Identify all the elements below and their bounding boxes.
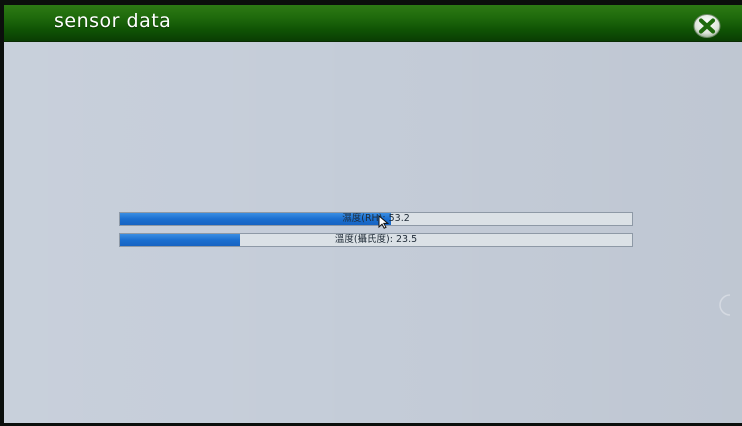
client-area: 濕度(RH): 53.2 溫度(攝氏度): 23.5 [4,42,742,423]
humidity-progress-bar: 濕度(RH): 53.2 [119,212,633,226]
device-screen: sensor data 濕度(RH): 53.2 溫度(攝氏度): 23.5 [0,0,742,426]
temperature-progress-bar: 溫度(攝氏度): 23.5 [119,233,633,247]
temperature-progress-label: 溫度(攝氏度): 23.5 [334,234,418,245]
mouse-pointer-icon [378,215,390,229]
title-bar: sensor data [4,5,742,42]
sensor-data-window: sensor data 濕度(RH): 53.2 溫度(攝氏度): 23.5 [4,5,742,423]
edge-reflection-icon [719,294,731,316]
close-icon [693,14,721,38]
close-button[interactable] [692,13,722,39]
humidity-progress-label: 濕度(RH): 53.2 [342,213,410,224]
window-title: sensor data [54,10,172,32]
